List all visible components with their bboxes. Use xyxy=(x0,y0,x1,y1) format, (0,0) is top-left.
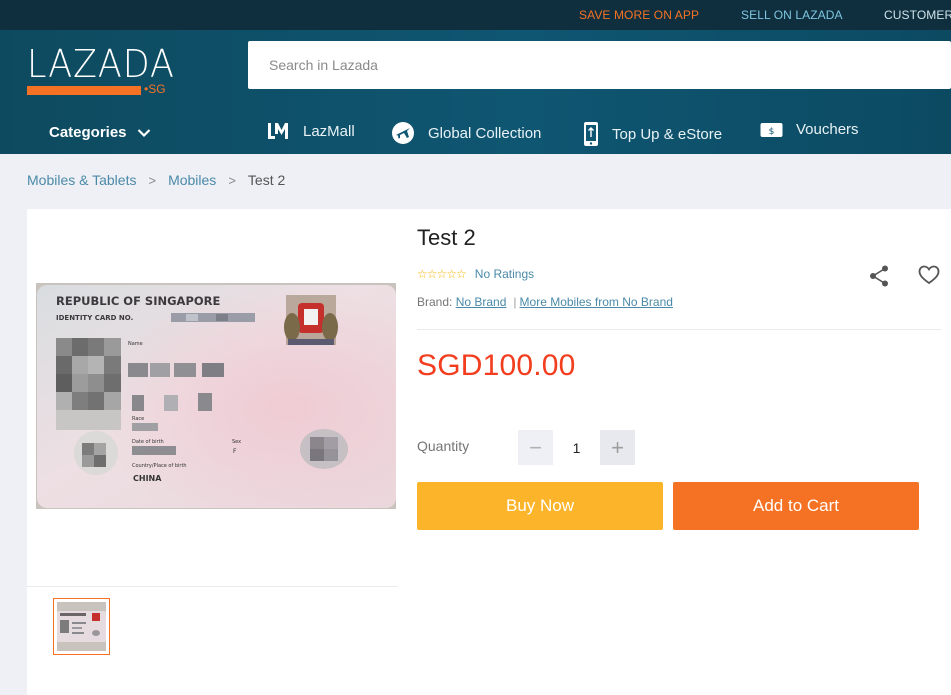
logo-text: LAZADA xyxy=(27,42,175,86)
voucher-icon: $ xyxy=(760,122,783,138)
info-divider xyxy=(417,329,941,330)
breadcrumb-separator-icon: > xyxy=(148,172,157,188)
breadcrumb-separator-icon: > xyxy=(228,172,236,188)
quantity-increase-button[interactable]: + xyxy=(600,430,635,465)
categories-label: Categories xyxy=(49,124,127,141)
coat-of-arms-icon xyxy=(284,295,338,345)
breadcrumb-link-mobiles[interactable]: Mobiles xyxy=(168,172,216,188)
search-box xyxy=(248,41,951,89)
lazada-logo[interactable]: LAZADA •SG xyxy=(27,42,175,96)
card-photo xyxy=(56,338,121,430)
share-icon[interactable] xyxy=(868,264,890,293)
nav-item-label: LazMall xyxy=(303,122,355,140)
nav-item-global-collection[interactable]: Global Collection xyxy=(391,121,541,145)
card-hologram xyxy=(300,429,348,469)
customer-care-link[interactable]: CUSTOMER xyxy=(884,8,951,22)
quantity-decrease-button[interactable]: − xyxy=(518,430,553,465)
nav-item-label: Vouchers xyxy=(796,121,859,138)
breadcrumb-link-mobiles-tablets[interactable]: Mobiles & Tablets xyxy=(27,172,136,188)
plus-icon: + xyxy=(611,434,624,460)
header: LAZADA •SG Categories LazMall Global Col… xyxy=(0,30,951,154)
card-sex-label: Sex xyxy=(232,439,241,445)
gallery-divider xyxy=(27,586,397,587)
save-more-on-app-link[interactable]: SAVE MORE ON APP xyxy=(579,8,699,22)
buy-now-button[interactable]: Buy Now xyxy=(417,482,663,530)
quantity-value[interactable]: 1 xyxy=(553,430,600,465)
nav-item-label: Global Collection xyxy=(428,124,542,142)
add-to-cart-button[interactable]: Add to Cart xyxy=(673,482,919,530)
quantity-label: Quantity xyxy=(417,438,470,454)
breadcrumb-current: Test 2 xyxy=(247,172,286,188)
nav-row: Categories LazMall Global Collection Top… xyxy=(0,109,951,154)
phone-icon xyxy=(583,121,599,147)
svg-text:$: $ xyxy=(769,127,775,137)
product-main-image[interactable]: REPUBLIC OF SINGAPORE IDENTITY CARD NO. … xyxy=(36,283,396,509)
minus-icon: − xyxy=(529,434,542,460)
chevron-down-icon xyxy=(137,128,150,137)
plane-icon xyxy=(391,121,415,145)
rating-stars-icon: ☆☆☆☆☆ xyxy=(417,267,467,281)
product-gallery: REPUBLIC OF SINGAPORE IDENTITY CARD NO. … xyxy=(27,209,397,695)
card-name-label: Name xyxy=(128,341,143,347)
more-from-brand-link[interactable]: More Mobiles from No Brand xyxy=(520,295,673,309)
brand-link[interactable]: No Brand xyxy=(456,295,507,309)
rating-row: ☆☆☆☆☆ No Ratings xyxy=(417,267,534,281)
logo-region: •SG xyxy=(144,82,166,96)
brand-row: Brand: No Brand | More Mobiles from No Bra… xyxy=(417,295,673,309)
brand-separator: | xyxy=(513,295,517,309)
nav-item-label: Top Up & eStore xyxy=(612,125,723,143)
card-country-label: Country/Place of birth xyxy=(132,463,187,469)
product-price: SGD100.00 xyxy=(417,349,576,382)
card-race-label: Race xyxy=(132,416,144,422)
wishlist-heart-icon[interactable] xyxy=(918,265,940,290)
nav-item-top-up[interactable]: Top Up & eStore xyxy=(583,121,722,147)
card-photo-small xyxy=(74,431,118,475)
card-sex-value: F xyxy=(233,448,237,455)
nav-item-lazmall[interactable]: LazMall xyxy=(266,121,355,141)
nav-item-vouchers[interactable]: $ Vouchers xyxy=(760,121,859,138)
no-ratings-link[interactable]: No Ratings xyxy=(475,267,534,281)
card-title-text: REPUBLIC OF SINGAPORE xyxy=(56,294,221,308)
search-input[interactable] xyxy=(248,41,951,89)
lazmall-icon xyxy=(266,121,290,141)
product-panel: REPUBLIC OF SINGAPORE IDENTITY CARD NO. … xyxy=(27,209,951,695)
card-dob-label: Date of birth xyxy=(132,439,164,445)
card-id-label: IDENTITY CARD NO. xyxy=(56,314,133,322)
thumbnail-image xyxy=(57,602,106,651)
categories-dropdown[interactable]: Categories xyxy=(49,124,151,141)
logo-bar xyxy=(27,86,141,95)
breadcrumb: Mobiles & Tablets > Mobiles > Test 2 xyxy=(27,172,285,188)
product-title: Test 2 xyxy=(417,225,476,250)
top-bar: SAVE MORE ON APP SELL ON LAZADA CUSTOMER xyxy=(0,0,951,30)
card-country-value: CHINA xyxy=(133,474,162,483)
brand-label: Brand: xyxy=(417,295,453,309)
sell-on-lazada-link[interactable]: SELL ON LAZADA xyxy=(741,8,843,22)
content-area: Mobiles & Tablets > Mobiles > Test 2 REP… xyxy=(0,154,951,695)
product-thumbnail[interactable] xyxy=(53,598,110,655)
